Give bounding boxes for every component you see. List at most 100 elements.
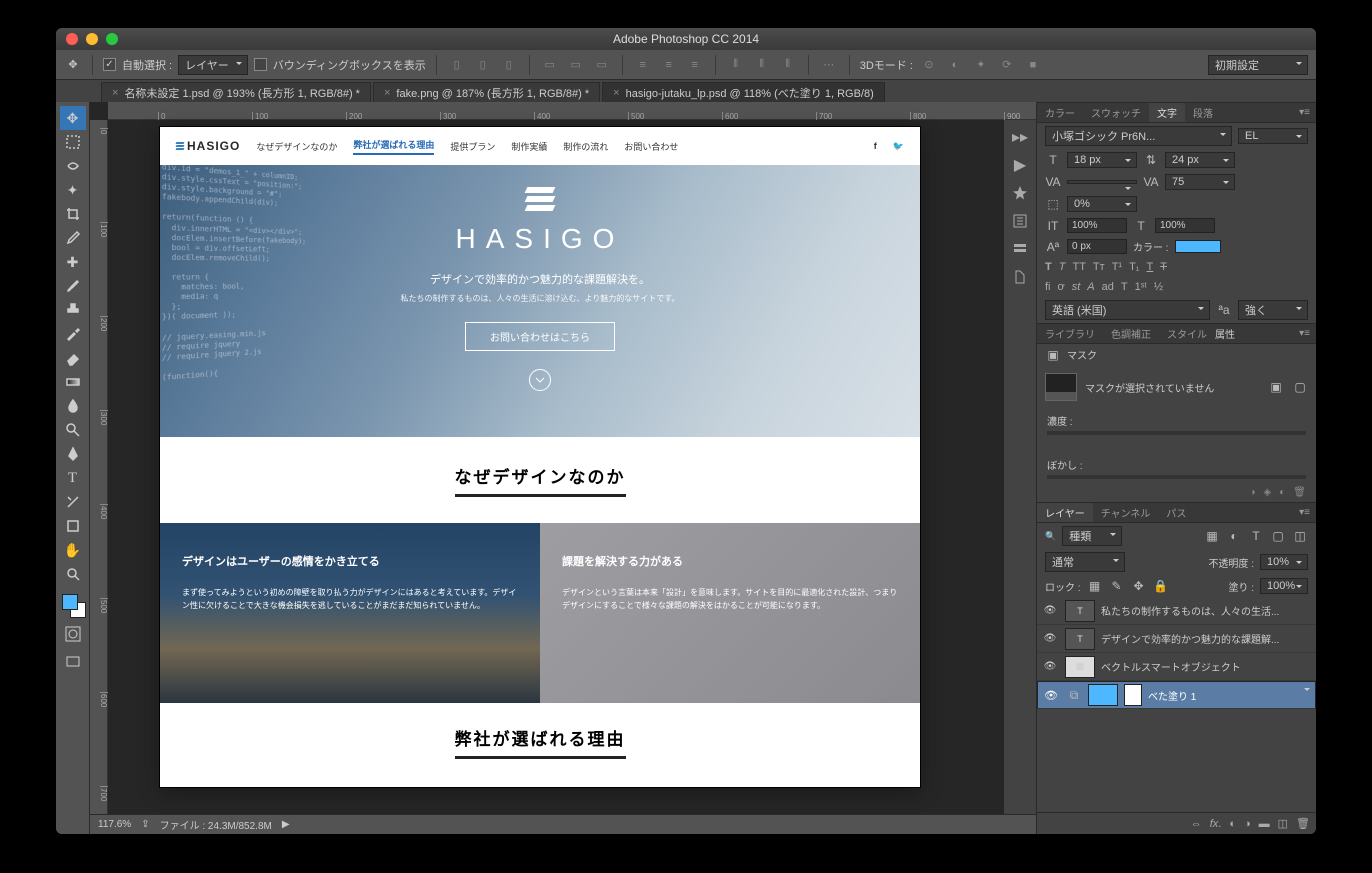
more-icon[interactable]: ⋯: [819, 55, 839, 75]
scale-input[interactable]: 0%: [1067, 196, 1137, 212]
hand-tool[interactable]: ✋: [60, 538, 86, 562]
lock-pos-icon[interactable]: ✥: [1131, 579, 1147, 593]
tab-channels[interactable]: チャンネル: [1093, 503, 1159, 522]
screenmode-icon[interactable]: [60, 650, 86, 674]
align-icon[interactable]: ▭: [566, 55, 586, 75]
navigator-icon[interactable]: [1009, 182, 1031, 204]
font-family-select[interactable]: 小塚ゴシック Pr6N...: [1045, 126, 1232, 146]
visibility-icon[interactable]: 👁: [1041, 633, 1059, 644]
mask-option-icon[interactable]: ◈: [1264, 487, 1272, 498]
pen-tool[interactable]: [60, 442, 86, 466]
3d-icon[interactable]: ✦: [971, 55, 991, 75]
adjustment-icon[interactable]: ◑: [1244, 818, 1251, 830]
stamp-tool[interactable]: [60, 298, 86, 322]
group-icon[interactable]: ▬: [1259, 818, 1270, 830]
tab-properties[interactable]: 属性: [1215, 326, 1235, 341]
layer-row[interactable]: 👁 ▦ ベクトルスマートオブジェクト: [1037, 653, 1316, 681]
language-select[interactable]: 英語 (米国): [1045, 300, 1210, 320]
leading-input[interactable]: 24 px: [1165, 152, 1235, 168]
brush-tool[interactable]: [60, 274, 86, 298]
fontsize-input[interactable]: 18 px: [1067, 152, 1137, 168]
density-slider[interactable]: [1047, 431, 1306, 435]
layer-row[interactable]: 👁 T デザインで効率的かつ魅力的な課題解...: [1037, 625, 1316, 653]
dodge-tool[interactable]: [60, 418, 86, 442]
superscript-button[interactable]: T¹: [1112, 261, 1122, 273]
hscale-input[interactable]: [1155, 218, 1215, 233]
baseline-input[interactable]: [1067, 239, 1127, 254]
share-icon[interactable]: ⇪: [141, 819, 149, 830]
filter-type-icon[interactable]: T: [1248, 529, 1264, 543]
font-weight-select[interactable]: EL: [1238, 128, 1308, 144]
3d-icon[interactable]: ⊙: [919, 55, 939, 75]
fill-input[interactable]: 100%: [1260, 578, 1308, 594]
tab-adjustments[interactable]: 色調補正: [1103, 324, 1159, 343]
oldstyle-button[interactable]: 1ˢᵗ: [1135, 281, 1147, 293]
filter-shape-icon[interactable]: ▢: [1270, 529, 1286, 543]
3d-icon[interactable]: ■: [1023, 55, 1043, 75]
gradient-tool[interactable]: [60, 370, 86, 394]
history-icon[interactable]: [1009, 210, 1031, 232]
close-icon[interactable]: ×: [112, 87, 118, 99]
vectormask-icon[interactable]: ▢: [1292, 380, 1308, 394]
filter-pixel-icon[interactable]: ▦: [1204, 529, 1220, 543]
filter-kind[interactable]: 種類: [1062, 526, 1122, 546]
crop-tool[interactable]: [60, 202, 86, 226]
more-icon[interactable]: ▶: [282, 819, 290, 830]
visibility-icon[interactable]: 👁: [1042, 689, 1060, 702]
tab-color[interactable]: カラー: [1037, 103, 1083, 122]
layer-row[interactable]: 👁 T 私たちの制作するものは、人々の生活...: [1037, 597, 1316, 625]
text-color-swatch[interactable]: [1175, 240, 1221, 253]
heal-tool[interactable]: ✚: [60, 250, 86, 274]
doc-tab[interactable]: ×fake.png @ 187% (長方形 1, RGB/8#) *: [373, 82, 600, 102]
panel-menu-icon[interactable]: ▾≡: [1293, 328, 1316, 339]
target-select[interactable]: レイヤー: [178, 55, 248, 75]
tab-paths[interactable]: パス: [1158, 503, 1194, 522]
workspace-select[interactable]: 初期設定: [1208, 55, 1308, 75]
filter-adjust-icon[interactable]: ◐: [1226, 529, 1242, 543]
3d-icon[interactable]: ⟳: [997, 55, 1017, 75]
ordinal-button[interactable]: ơ: [1058, 281, 1065, 293]
panel-menu-icon[interactable]: ▾≡: [1293, 107, 1316, 118]
delete-icon[interactable]: 🗑: [1296, 817, 1310, 830]
align-icon[interactable]: ▯: [447, 55, 467, 75]
expand-icon[interactable]: ▸▸: [1009, 126, 1031, 148]
kerning-input[interactable]: [1067, 180, 1137, 184]
layer-row[interactable]: 👁 ⧉ べた塗り 1: [1037, 681, 1316, 709]
smallcaps-button[interactable]: Tт: [1093, 261, 1105, 273]
ligature-button[interactable]: fi: [1045, 281, 1051, 293]
eyedropper-tool[interactable]: [60, 226, 86, 250]
tab-styles[interactable]: スタイル: [1159, 324, 1215, 343]
strike-button[interactable]: T: [1160, 261, 1167, 273]
distribute-icon[interactable]: ≡: [685, 55, 705, 75]
mask-option-icon[interactable]: ◐: [1279, 487, 1285, 498]
align-icon[interactable]: ▯: [473, 55, 493, 75]
mask-icon[interactable]: ◐: [1229, 818, 1236, 830]
color-swatches[interactable]: [60, 592, 86, 618]
zoom-tool[interactable]: [60, 562, 86, 586]
filter-smart-icon[interactable]: ◫: [1292, 529, 1308, 543]
link-icon[interactable]: ⇔: [1191, 818, 1202, 830]
blur-tool[interactable]: [60, 394, 86, 418]
3d-icon[interactable]: ◐: [945, 55, 965, 75]
allcaps-button[interactable]: TT: [1072, 261, 1085, 273]
italic-button[interactable]: T: [1059, 261, 1066, 273]
bbox-checkbox[interactable]: [254, 58, 267, 71]
dock-icon[interactable]: ▶: [1009, 154, 1031, 176]
aa-select[interactable]: 強く: [1238, 300, 1308, 320]
distribute-icon[interactable]: ≡: [659, 55, 679, 75]
quickmask-icon[interactable]: [60, 622, 86, 646]
visibility-icon[interactable]: 👁: [1041, 605, 1059, 616]
panel-menu-icon[interactable]: ▾≡: [1293, 507, 1316, 518]
artboard[interactable]: div.id = "demos_1_" + columnID;div.style…: [160, 127, 920, 787]
shape-tool[interactable]: [60, 514, 86, 538]
history-brush-tool[interactable]: [60, 322, 86, 346]
info-icon[interactable]: [1009, 266, 1031, 288]
subscript-button[interactable]: T₁: [1129, 261, 1139, 273]
marquee-tool[interactable]: [60, 130, 86, 154]
lock-trans-icon[interactable]: ▦: [1087, 579, 1103, 593]
opacity-input[interactable]: 10%: [1260, 554, 1308, 570]
blend-mode[interactable]: 通常: [1045, 552, 1125, 572]
align-icon[interactable]: ▯: [499, 55, 519, 75]
zoom-value[interactable]: 117.6%: [98, 819, 131, 830]
tab-character[interactable]: 文字: [1149, 103, 1185, 122]
